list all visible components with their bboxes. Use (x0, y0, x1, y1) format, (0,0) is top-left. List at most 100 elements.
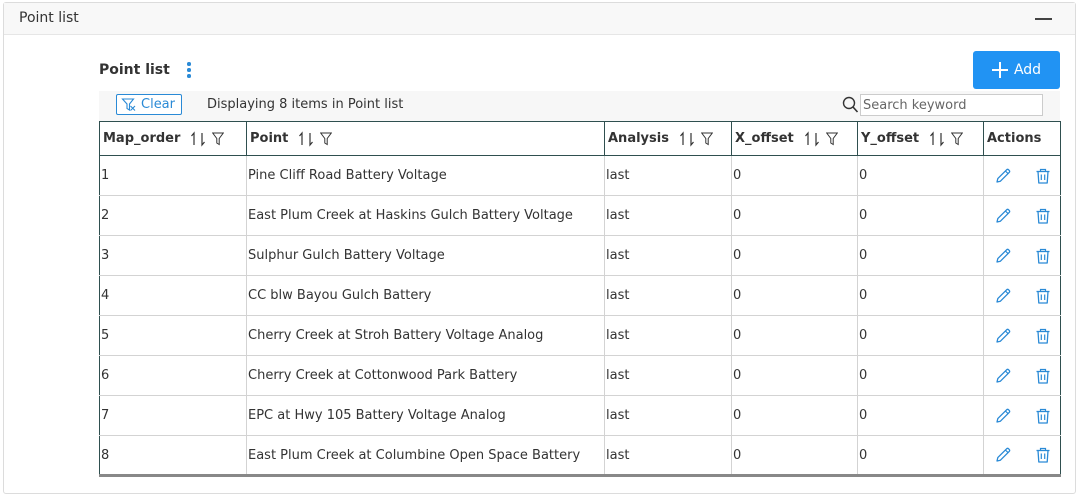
table-row: 1 Pine Cliff Road Battery Voltage last 0… (99, 155, 1061, 196)
table-row: 2 East Plum Creek at Haskins Gulch Batte… (99, 195, 1061, 236)
y-offset-value: 0 (859, 248, 868, 263)
add-button[interactable]: Add (973, 51, 1060, 89)
filter-icon[interactable] (951, 132, 964, 146)
header-label: Point (250, 131, 289, 146)
x-offset-value: 0 (733, 248, 742, 263)
y-offset-value: 0 (859, 328, 868, 343)
sort-icon[interactable] (298, 130, 314, 147)
point-value: EPC at Hwy 105 Battery Voltage Analog (248, 408, 506, 423)
delete-icon[interactable] (1034, 446, 1052, 464)
list-title: Point list (99, 62, 170, 78)
cell-point: EPC at Hwy 105 Battery Voltage Analog (246, 395, 605, 436)
cell-actions (983, 435, 1061, 477)
header-label: Map_order (103, 131, 181, 146)
analysis-value: last (606, 208, 630, 223)
filter-icon[interactable] (320, 132, 333, 146)
header-y-offset[interactable]: Y_offset (857, 121, 984, 156)
cell-y-offset: 0 (857, 315, 984, 356)
cell-point: Pine Cliff Road Battery Voltage (246, 155, 605, 196)
cell-y-offset: 0 (857, 395, 984, 436)
cell-y-offset: 0 (857, 155, 984, 196)
more-options-icon[interactable] (185, 61, 193, 79)
cell-map-order: 5 (99, 315, 247, 356)
table-row: 6 Cherry Creek at Cottonwood Park Batter… (99, 355, 1061, 396)
filter-icon[interactable] (700, 132, 713, 146)
delete-icon[interactable] (1034, 167, 1052, 185)
point-value: Sulphur Gulch Battery Voltage (248, 248, 445, 263)
edit-icon[interactable] (994, 407, 1012, 425)
delete-icon[interactable] (1034, 327, 1052, 345)
cell-x-offset: 0 (731, 395, 858, 436)
sort-icon[interactable] (190, 130, 206, 147)
cell-actions (983, 395, 1061, 436)
sort-icon[interactable] (804, 130, 820, 147)
x-offset-value: 0 (733, 408, 742, 423)
clear-label: Clear (141, 97, 175, 112)
point-table: Map_order Point Analysis X_offset Y_offs… (99, 121, 1061, 477)
edit-icon[interactable] (994, 287, 1012, 305)
header-label: Y_offset (861, 131, 920, 146)
delete-icon[interactable] (1034, 207, 1052, 225)
cell-actions (983, 195, 1061, 236)
cell-point: East Plum Creek at Haskins Gulch Battery… (246, 195, 605, 236)
analysis-value: last (606, 288, 630, 303)
x-offset-value: 0 (733, 328, 742, 343)
plus-icon (991, 62, 1008, 78)
map-order-value: 1 (101, 168, 110, 183)
delete-icon[interactable] (1034, 247, 1052, 265)
x-offset-value: 0 (733, 447, 742, 463)
map-order-value: 8 (101, 447, 110, 463)
cell-x-offset: 0 (731, 435, 858, 477)
search-input[interactable] (860, 94, 1043, 116)
panel-title: Point list (19, 10, 79, 26)
header-x-offset[interactable]: X_offset (731, 121, 858, 156)
cell-analysis: last (604, 235, 732, 276)
cell-y-offset: 0 (857, 195, 984, 236)
edit-icon[interactable] (994, 327, 1012, 345)
filter-icon[interactable] (825, 132, 838, 146)
cell-point: CC blw Bayou Gulch Battery (246, 275, 605, 316)
cell-map-order: 6 (99, 355, 247, 396)
cell-actions (983, 315, 1061, 356)
cell-x-offset: 0 (731, 235, 858, 276)
cell-actions (983, 155, 1061, 196)
cell-point: Sulphur Gulch Battery Voltage (246, 235, 605, 276)
header-row: Map_order Point Analysis X_offset Y_offs… (99, 121, 1061, 156)
collapse-icon[interactable] (1035, 11, 1053, 27)
cell-map-order: 2 (99, 195, 247, 236)
header-label: Analysis (608, 131, 669, 146)
edit-icon[interactable] (994, 446, 1012, 464)
map-order-value: 6 (101, 368, 110, 383)
cell-map-order: 8 (99, 435, 247, 477)
sort-icon[interactable] (929, 130, 945, 147)
header-analysis[interactable]: Analysis (604, 121, 732, 156)
x-offset-value: 0 (733, 288, 742, 303)
delete-icon[interactable] (1034, 367, 1052, 385)
filter-icon[interactable] (212, 132, 225, 146)
cell-actions (983, 355, 1061, 396)
cell-x-offset: 0 (731, 155, 858, 196)
edit-icon[interactable] (994, 167, 1012, 185)
analysis-value: last (606, 408, 630, 423)
header-map-order[interactable]: Map_order (99, 121, 247, 156)
map-order-value: 7 (101, 408, 110, 423)
analysis-value: last (606, 248, 630, 263)
edit-icon[interactable] (994, 247, 1012, 265)
point-value: CC blw Bayou Gulch Battery (248, 288, 432, 303)
analysis-value: last (606, 368, 630, 383)
x-offset-value: 0 (733, 168, 742, 183)
header-point[interactable]: Point (246, 121, 605, 156)
cell-map-order: 4 (99, 275, 247, 316)
cell-actions (983, 235, 1061, 276)
add-button-label: Add (1013, 62, 1042, 78)
clear-filter-button[interactable]: Clear (116, 94, 182, 115)
cell-x-offset: 0 (731, 315, 858, 356)
delete-icon[interactable] (1034, 287, 1052, 305)
delete-icon[interactable] (1034, 407, 1052, 425)
table-row: 4 CC blw Bayou Gulch Battery last 0 0 (99, 275, 1061, 316)
edit-icon[interactable] (994, 367, 1012, 385)
sort-icon[interactable] (679, 130, 695, 147)
y-offset-value: 0 (859, 368, 868, 383)
cell-point: Cherry Creek at Stroh Battery Voltage An… (246, 315, 605, 356)
edit-icon[interactable] (994, 207, 1012, 225)
